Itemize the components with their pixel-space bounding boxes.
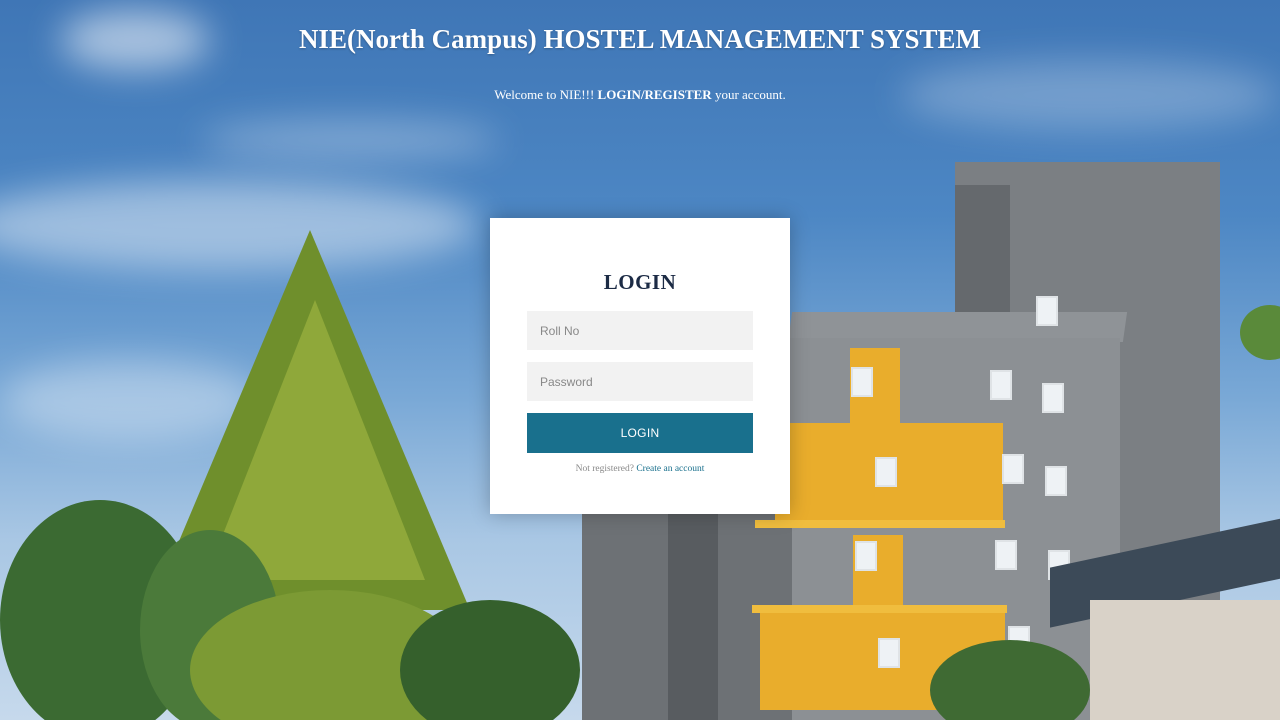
create-account-link[interactable]: Create an account [636,464,704,474]
register-prompt-text: Not registered? [575,464,634,474]
login-heading: LOGIN [603,270,677,294]
welcome-prefix: Welcome to NIE!!! [494,87,595,102]
rollno-input[interactable] [527,311,753,350]
page-title: NIE(North Campus) HOSTEL MANAGEMENT SYST… [298,24,982,54]
welcome-message: Welcome to NIE!!! LOGIN/REGISTER your ac… [0,87,1280,103]
password-input[interactable] [527,362,753,401]
register-prompt: Not registered? Create an account [490,464,790,474]
welcome-bold: LOGIN/REGISTER [597,87,712,102]
login-button[interactable]: LOGIN [527,413,753,453]
login-card: LOGIN LOGIN Not registered? Create an ac… [490,218,790,514]
welcome-suffix: your account. [714,87,786,102]
